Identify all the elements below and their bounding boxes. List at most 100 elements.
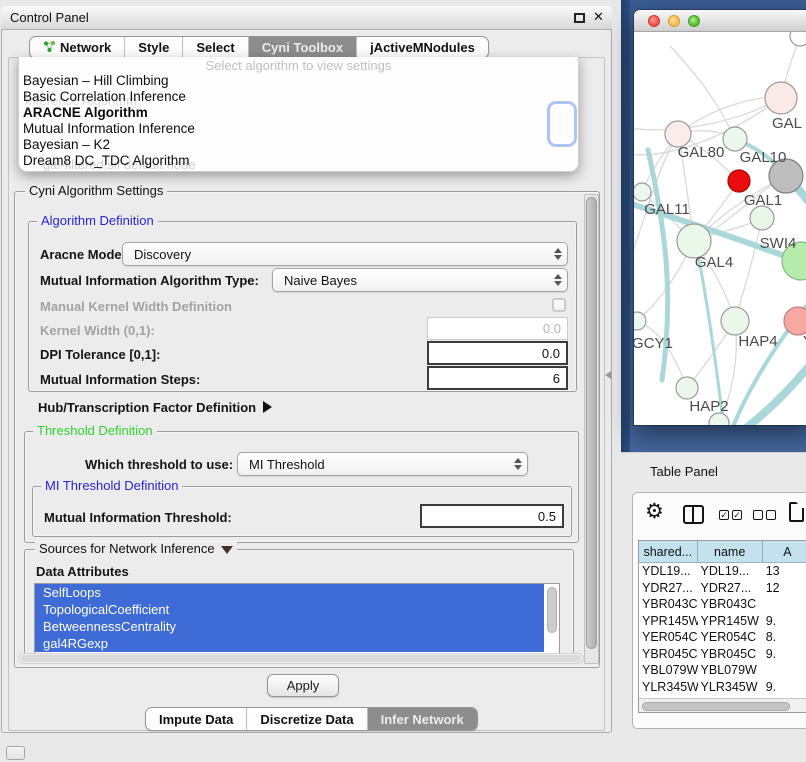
table-row[interactable]: YDL19...YDL19...13 (639, 563, 806, 580)
column-header[interactable]: name (698, 541, 763, 562)
network-node[interactable] (634, 183, 651, 201)
table-cell: 13 (763, 563, 806, 580)
float-panel-icon[interactable] (574, 13, 585, 23)
network-node[interactable] (784, 307, 806, 335)
scrollbar-thumb[interactable] (642, 702, 790, 711)
data-attributes-list[interactable]: SelfLoopsTopologicalCoefficientBetweenne… (34, 583, 560, 657)
attribute-item[interactable]: gal4RGexp (35, 635, 544, 652)
mi-threshold-field[interactable]: 0.5 (420, 504, 564, 528)
dpi-tolerance-field[interactable]: 0.0 (427, 341, 568, 365)
scrollbar-thumb[interactable] (586, 197, 597, 649)
network-node[interactable] (790, 32, 806, 46)
network-canvas[interactable]: GALGAL80GAL10GAL11GAL1SWI4GAL4GCY1HAP4YH… (634, 32, 806, 425)
panel-grip[interactable] (6, 746, 25, 760)
table-row[interactable]: YBR043CYBR043C (639, 596, 806, 613)
apply-button[interactable]: Apply (267, 674, 339, 697)
list-vertical-scrollbar[interactable] (546, 586, 558, 654)
group-title: Algorithm Definition (37, 214, 158, 228)
network-node[interactable] (723, 127, 747, 151)
bottom-tabbar: Impute DataDiscretize DataInfer Network (145, 707, 478, 731)
tab-infer-network[interactable]: Infer Network (367, 708, 477, 730)
table-row[interactable]: YBL079WYBL079W (639, 662, 806, 679)
algorithm-option[interactable]: Basic Correlation Inference (23, 89, 573, 105)
network-edge-highlighted (738, 350, 806, 425)
which-threshold-value: MI Threshold (238, 457, 509, 472)
table-cell: YER054C (639, 629, 698, 646)
tab-cyni-toolbox[interactable]: Cyni Toolbox (248, 37, 356, 58)
network-window-titlebar[interactable] (634, 10, 806, 32)
table-row[interactable]: YPR145WYPR145W9. (639, 613, 806, 630)
network-edge (634, 98, 781, 130)
tab-impute-data[interactable]: Impute Data (146, 708, 246, 730)
network-node[interactable] (728, 170, 750, 192)
network-node[interactable] (750, 206, 774, 230)
hub-definition-expander[interactable]: Hub/Transcription Factor Definition (38, 400, 272, 415)
control-panel-titlebar[interactable] (1, 6, 612, 30)
network-node[interactable] (634, 312, 646, 330)
table-row[interactable]: YER054CYER054C8. (639, 629, 806, 646)
network-node-label: GAL10 (740, 149, 787, 166)
close-panel-icon[interactable]: ✕ (593, 9, 604, 25)
group-title: Threshold Definition (33, 424, 157, 438)
manual-kernel-checkbox[interactable] (552, 298, 566, 312)
gear-icon[interactable]: ⚙ (645, 499, 664, 524)
algorithm-select-popup: Inference Algorithm gal-filtered.sif def… (18, 57, 579, 172)
network-node-label: SWI4 (760, 235, 797, 252)
aracne-mode-combo[interactable]: Discovery (122, 242, 568, 266)
tab-select[interactable]: Select (182, 37, 247, 58)
kernel-width-field[interactable]: 0.0 (427, 317, 568, 340)
algorithm-option[interactable]: Dream8 DC_TDC Algorithm (23, 153, 573, 169)
select-all-checkboxes-icon[interactable]: ✓✓ (719, 510, 742, 520)
network-node-label: GCY1 (634, 335, 673, 352)
network-window[interactable]: GALGAL80GAL10GAL11GAL1SWI4GAL4GCY1HAP4YH… (634, 10, 806, 425)
minimize-traffic-light[interactable] (668, 15, 680, 27)
splitpane-arrow-icon[interactable] (605, 371, 611, 379)
tab-network[interactable]: Network (30, 37, 124, 58)
network-node[interactable] (765, 82, 797, 114)
sources-group-header[interactable]: Sources for Network Inference (35, 542, 237, 556)
close-traffic-light[interactable] (648, 15, 660, 27)
node-table: shared...nameA YDL19...YDL19...13YDR27..… (638, 540, 806, 713)
algorithm-option[interactable]: Mutual Information Inference (23, 121, 573, 137)
network-node-label: GAL1 (744, 192, 782, 209)
attribute-item[interactable]: BetweennessCentrality (35, 618, 544, 635)
column-header[interactable]: A (763, 541, 806, 562)
table-row[interactable]: YBR045CYBR045C9. (639, 646, 806, 663)
combo-arrows-icon (549, 274, 567, 286)
network-node[interactable] (677, 224, 711, 258)
table-row[interactable]: YDR27...YDR27...12 (639, 580, 806, 597)
column-header[interactable]: shared... (639, 541, 698, 562)
algorithm-option[interactable]: Bayesian – Hill Climbing (23, 73, 573, 89)
table-horizontal-scrollbar[interactable] (639, 698, 806, 712)
mi-type-combo[interactable]: Naive Bayes (272, 268, 568, 292)
tab-discretize-data[interactable]: Discretize Data (246, 708, 366, 730)
network-node[interactable] (676, 377, 698, 399)
table-cell: YDL19... (698, 563, 763, 580)
which-threshold-combo[interactable]: MI Threshold (237, 452, 528, 476)
scrollbar-thumb[interactable] (547, 587, 557, 633)
mi-steps-field[interactable]: 6 (427, 366, 568, 390)
attribute-item[interactable]: SelfLoops (35, 584, 544, 601)
zoom-traffic-light[interactable] (688, 15, 700, 27)
network-edge-highlighted (730, 284, 806, 425)
algorithm-option[interactable]: ARACNE Algorithm (23, 105, 573, 121)
algorithm-option[interactable]: Bayesian – K2 (23, 137, 573, 153)
attribute-item[interactable]: TopologicalCoefficient (35, 601, 544, 618)
table-cell: YDL19... (639, 563, 698, 580)
file-icon[interactable] (789, 502, 804, 522)
tab-jactivemnodules[interactable]: jActiveMNodules (356, 37, 488, 58)
aracne-mode-value: Discovery (123, 247, 549, 262)
mi-type-label: Mutual Information Algorithm Type: (40, 273, 259, 288)
deselect-all-checkboxes-icon[interactable] (753, 510, 776, 520)
combo-arrows-icon (509, 458, 527, 470)
table-cell (763, 662, 806, 679)
table-cell: YBL079W (698, 662, 763, 679)
tab-style[interactable]: Style (124, 37, 182, 58)
columns-icon[interactable] (683, 505, 704, 524)
settings-horizontal-scrollbar[interactable] (18, 653, 584, 664)
table-row[interactable]: YLR345WYLR345W9. (639, 679, 806, 696)
table-cell: YDR27... (698, 580, 763, 597)
scrollbar-thumb[interactable] (21, 655, 581, 662)
network-node[interactable] (721, 307, 749, 335)
mi-threshold-label: Mutual Information Threshold: (44, 510, 232, 525)
